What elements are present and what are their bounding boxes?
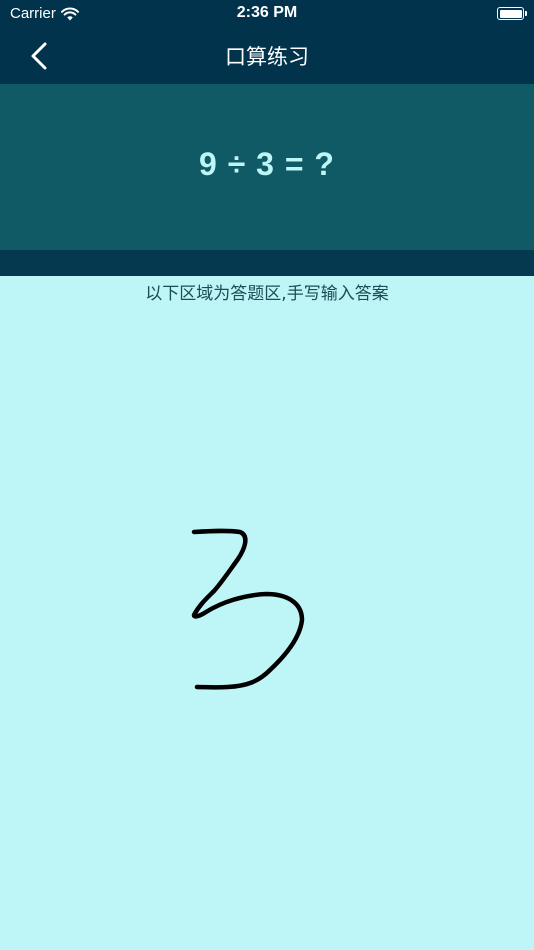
question-panel: 9 ÷ 3 = ? — [0, 84, 534, 250]
handwriting-canvas[interactable] — [0, 300, 534, 950]
divider-band — [0, 250, 534, 276]
page-title: 口算练习 — [225, 45, 309, 69]
status-time: 2:36 PM — [236, 4, 298, 21]
navigation-bar: 口算练习 — [0, 28, 534, 84]
status-bar: Carrier 2:36 PM — [0, 0, 534, 28]
top-bar: Carrier 2:36 PM 口算练习 — [0, 0, 534, 84]
handwritten-stroke — [191, 528, 305, 690]
question-text: 9 ÷ 3 = ? — [199, 146, 335, 182]
battery-icon — [497, 7, 527, 20]
screen: Carrier 2:36 PM 口算练习 9 ÷ 3 = ? 以下区域为答题区,… — [0, 0, 534, 950]
